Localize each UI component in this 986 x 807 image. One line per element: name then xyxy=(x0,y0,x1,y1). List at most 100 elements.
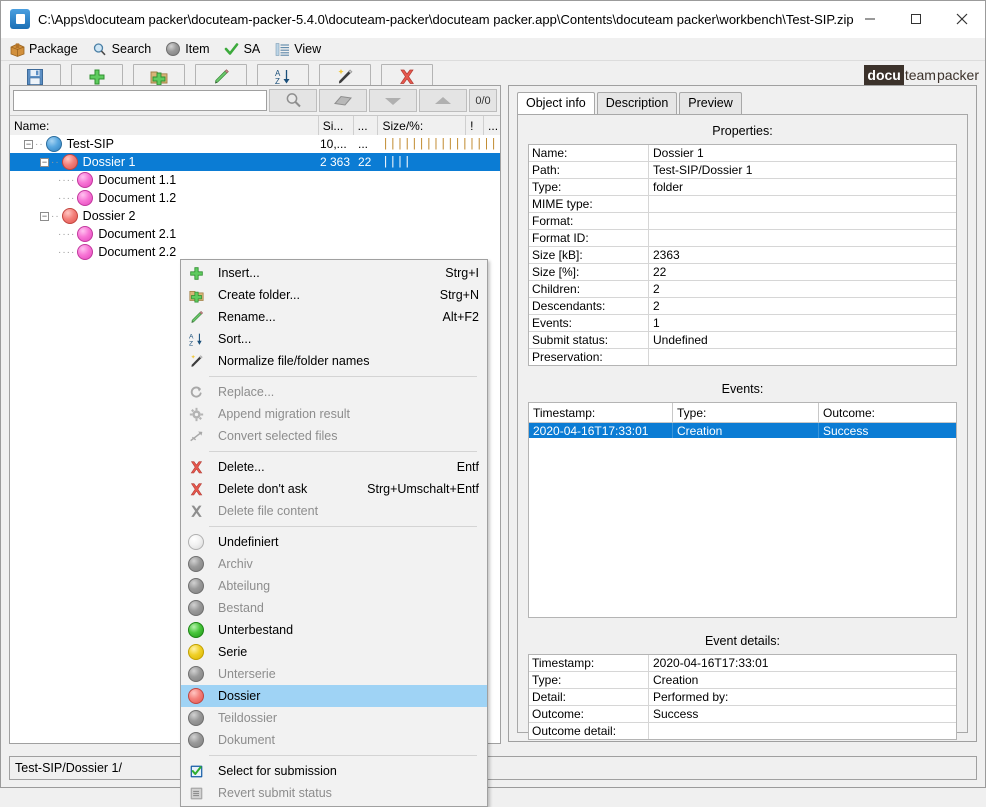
menu-item-undefiniert[interactable]: Undefiniert xyxy=(181,531,487,553)
column-header-name[interactable]: Name: xyxy=(10,116,319,136)
menu-item-replace[interactable]: Replace... xyxy=(181,381,487,403)
tree-row-dossier-2[interactable]: − ·· Dossier 2 xyxy=(10,207,500,225)
menu-item-delete-file-content[interactable]: Delete file content xyxy=(181,500,487,522)
menu-item-insert[interactable]: Insert... Strg+I xyxy=(181,262,487,284)
menu-item-accelerator: Strg+Umschalt+Entf xyxy=(367,482,479,496)
pencil-icon xyxy=(185,310,207,325)
menu-item-unterbestand[interactable]: Unterbestand xyxy=(181,619,487,641)
maximize-button[interactable] xyxy=(893,1,939,37)
column-header-extra1[interactable]: ... xyxy=(354,116,379,136)
tree-row-test-sip[interactable]: − ·· Test-SIP 10,... ... |||||||||||||||… xyxy=(10,135,500,153)
menu-item-create-folder[interactable]: Create folder... Strg+N xyxy=(181,284,487,306)
column-header-alert[interactable]: ! xyxy=(466,116,484,136)
table-row: Path:Test-SIP/Dossier 1 xyxy=(529,162,956,179)
grey-circle-icon xyxy=(185,732,207,748)
menu-separator xyxy=(209,755,477,756)
menu-item-label: Bestand xyxy=(207,601,264,615)
menu-item-accelerator: Strg+N xyxy=(440,288,479,302)
red-x-icon xyxy=(185,460,207,475)
svg-text:Z: Z xyxy=(189,340,193,347)
menu-item-normalize[interactable]: Normalize file/folder names xyxy=(181,350,487,372)
menu-item-bestand[interactable]: Bestand xyxy=(181,597,487,619)
menu-item-dossier[interactable]: Dossier xyxy=(181,685,487,707)
grey-circle-icon xyxy=(185,578,207,594)
menu-item[interactable]: Item xyxy=(165,41,209,57)
expander-icon[interactable]: − xyxy=(40,212,49,221)
table-row: Submit status:Undefined xyxy=(529,332,956,349)
context-menu[interactable]: Insert... Strg+I Create folder... Strg+N xyxy=(180,259,488,807)
event-detail-value: Success xyxy=(649,706,956,722)
convert-icon xyxy=(185,429,207,444)
menu-item-select-for-submission[interactable]: Select for submission xyxy=(181,760,487,782)
search-input[interactable] xyxy=(13,90,267,111)
menu-package-label: Package xyxy=(29,42,78,56)
tab-object-info[interactable]: Object info xyxy=(517,92,595,114)
tree-row-document-2-1[interactable]: ···· Document 2.1 xyxy=(10,225,500,243)
menu-sa[interactable]: SA xyxy=(224,41,261,57)
blue-circle-icon xyxy=(46,136,62,152)
menu-item-delete[interactable]: Delete... Entf xyxy=(181,456,487,478)
menu-item-dokument[interactable]: Dokument xyxy=(181,729,487,751)
events-column-timestamp[interactable]: Timestamp: xyxy=(529,403,673,422)
menu-package[interactable]: Package xyxy=(9,41,78,57)
events-header-row: Timestamp: Type: Outcome: xyxy=(529,403,956,423)
events-column-outcome[interactable]: Outcome: xyxy=(819,403,956,422)
event-detail-value: Creation xyxy=(649,672,956,688)
events-row[interactable]: 2020-04-16T17:33:01 Creation Success xyxy=(529,423,956,438)
expander-icon[interactable]: − xyxy=(40,158,49,167)
find-button[interactable] xyxy=(269,89,317,112)
menu-item-delete-dont-ask[interactable]: Delete don't ask Strg+Umschalt+Entf xyxy=(181,478,487,500)
menu-item-rename[interactable]: Rename... Alt+F2 xyxy=(181,306,487,328)
menu-item-accelerator: Alt+F2 xyxy=(443,310,479,324)
menu-item-serie[interactable]: Serie xyxy=(181,641,487,663)
magnifier-icon xyxy=(92,41,108,57)
menu-item-append-migration-result[interactable]: Append migration result xyxy=(181,403,487,425)
menu-separator xyxy=(209,526,477,527)
find-next-button[interactable] xyxy=(369,89,417,112)
menu-item-sort[interactable]: A Z Sort... xyxy=(181,328,487,350)
property-key: Descendants: xyxy=(529,298,649,314)
menu-item-revert-submit-status[interactable]: Revert submit status xyxy=(181,782,487,804)
menu-item-label: Insert... xyxy=(207,266,260,280)
expander-icon[interactable]: − xyxy=(24,140,33,149)
tree-row-dossier-1[interactable]: − ·· Dossier 1 2 363 22 |||| xyxy=(10,153,500,171)
window-title: C:\Apps\docuteam packer\docuteam-packer-… xyxy=(38,12,854,27)
tab-description[interactable]: Description xyxy=(597,92,678,114)
replace-arrows-icon xyxy=(185,385,207,400)
tree-row-pct: ... xyxy=(358,137,368,151)
menu-item-label: Create folder... xyxy=(207,288,300,302)
menu-item-convert-selected-files[interactable]: Convert selected files xyxy=(181,425,487,447)
properties-table: Name:Dossier 1 Path:Test-SIP/Dossier 1 T… xyxy=(528,144,957,366)
column-header-size-pct[interactable]: Size/%: xyxy=(378,116,466,136)
tab-preview[interactable]: Preview xyxy=(679,92,741,114)
events-table[interactable]: Timestamp: Type: Outcome: 2020-04-16T17:… xyxy=(528,402,957,618)
tree-row-document-1-2[interactable]: ···· Document 1.2 xyxy=(10,189,500,207)
clear-search-button[interactable] xyxy=(319,89,367,112)
property-value: 2 xyxy=(649,298,956,314)
table-row: Preservation: xyxy=(529,349,956,365)
column-header-extra2[interactable]: ... xyxy=(484,116,500,136)
find-prev-button[interactable] xyxy=(419,89,467,112)
menu-item-accelerator: Entf xyxy=(457,460,479,474)
event-detail-value: Performed by: xyxy=(649,689,956,705)
tree-row-label: Document 1.2 xyxy=(98,191,176,205)
tree-row-document-1-1[interactable]: ···· Document 1.1 xyxy=(10,171,500,189)
package-icon xyxy=(10,9,30,29)
grey-circle-icon xyxy=(185,666,207,682)
menu-item-teildossier[interactable]: Teildossier xyxy=(181,707,487,729)
menu-item-archiv[interactable]: Archiv xyxy=(181,553,487,575)
tree-row-size: 2 363 xyxy=(320,155,350,169)
menu-item-label: Dokument xyxy=(207,733,275,747)
property-key: MIME type: xyxy=(529,196,649,212)
menu-item-label: Dossier xyxy=(207,689,260,703)
menu-search[interactable]: Search xyxy=(92,41,152,57)
column-header-size[interactable]: Si... xyxy=(319,116,354,136)
close-button[interactable] xyxy=(939,1,985,37)
menu-item-unterserie[interactable]: Unterserie xyxy=(181,663,487,685)
menu-item-abteilung[interactable]: Abteilung xyxy=(181,575,487,597)
menu-view[interactable]: View xyxy=(274,41,321,57)
property-key: Type: xyxy=(529,179,649,195)
minimize-button[interactable] xyxy=(847,1,893,37)
events-column-type[interactable]: Type: xyxy=(673,403,819,422)
event-timestamp: 2020-04-16T17:33:01 xyxy=(529,423,673,438)
